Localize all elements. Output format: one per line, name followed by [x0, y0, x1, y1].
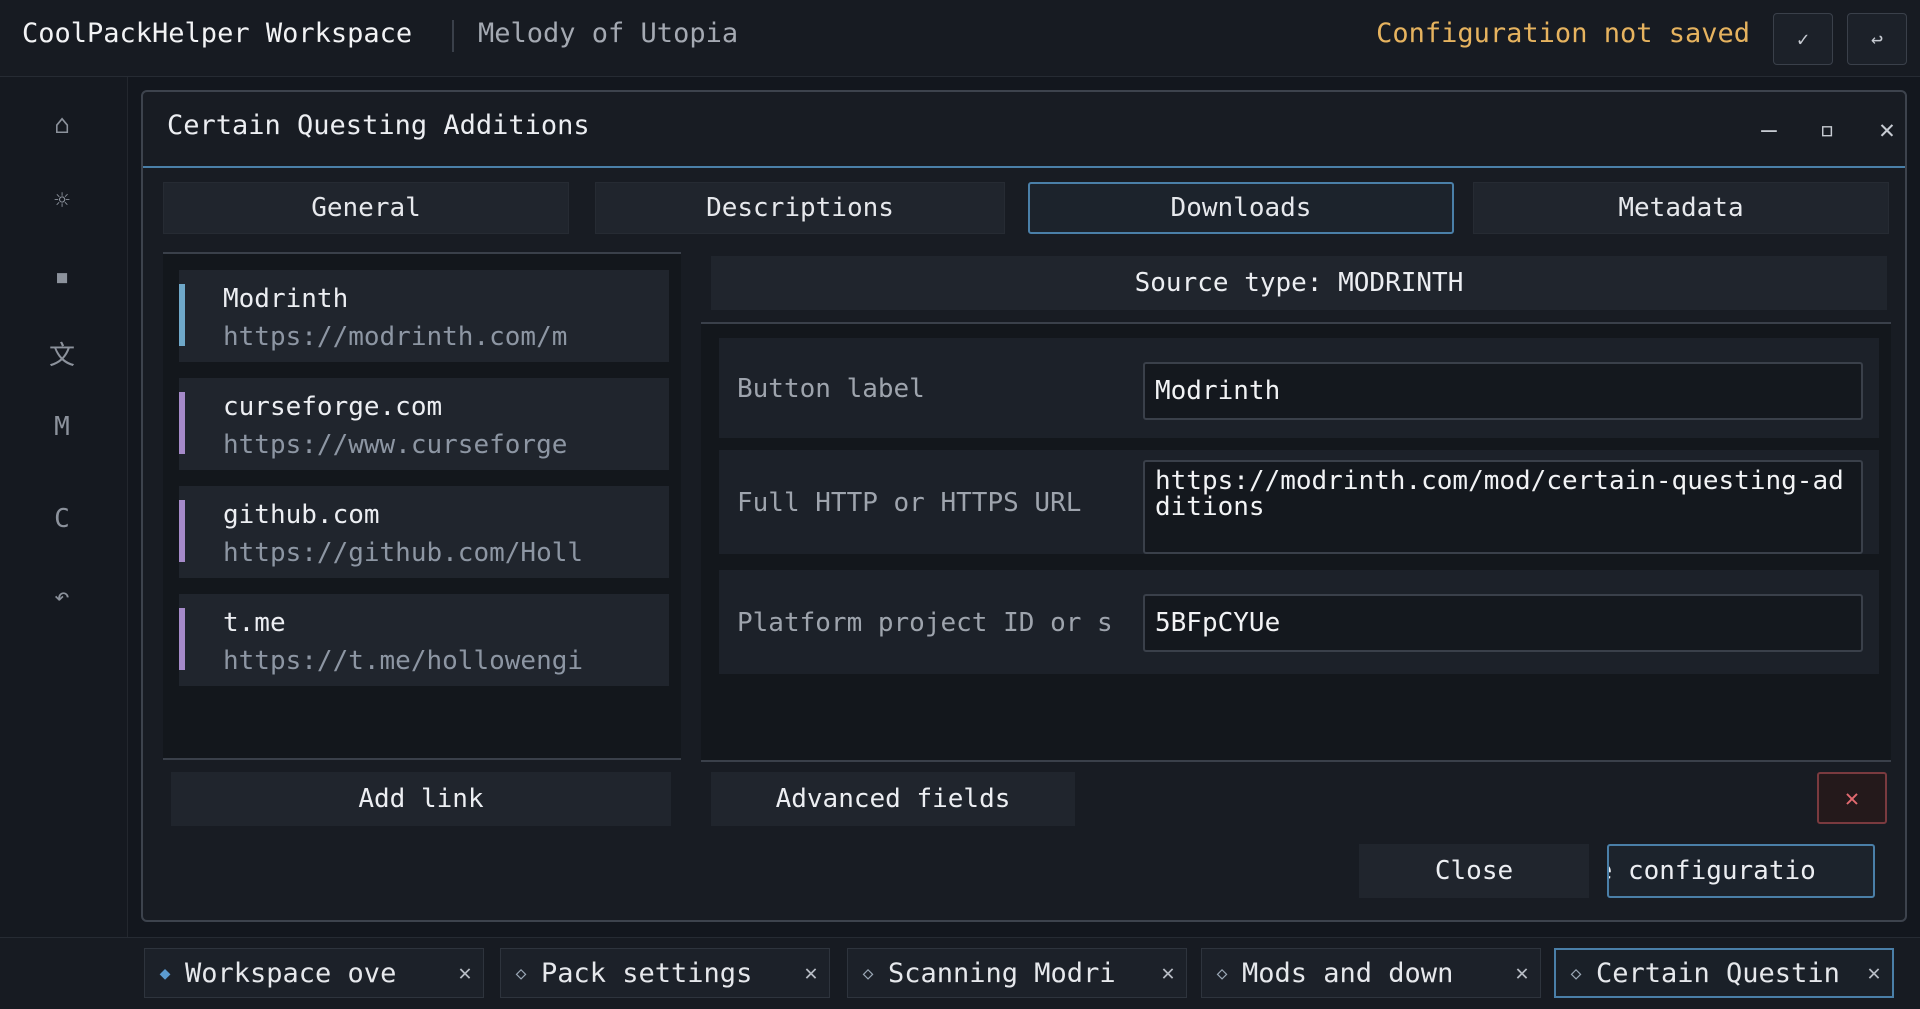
delete-icon: ✕	[1844, 784, 1860, 812]
workspace-name: Melody of Utopia	[478, 18, 739, 49]
bottom-tab-label: Certain Questin	[1596, 957, 1840, 989]
close-icon: ✕	[1879, 115, 1895, 145]
button-label-label: Button label	[737, 374, 925, 404]
add-link-button[interactable]: Add link	[171, 772, 671, 826]
dialog-close-button[interactable]: ✕	[1867, 110, 1907, 150]
dialog-title: Certain Questing Additions	[167, 110, 590, 141]
undo-icon: ↶	[54, 582, 70, 612]
minimize-icon: —	[1761, 115, 1777, 145]
save-configuration-label: ve configuratio	[1609, 856, 1816, 886]
tab-metadata[interactable]: Metadata	[1473, 182, 1889, 234]
apply-button[interactable]: ✓	[1773, 13, 1833, 65]
rail-settings-button[interactable]: ☼	[0, 171, 124, 231]
close-tab-icon[interactable]: ✕	[1504, 961, 1540, 986]
link-name: curseforge.com	[223, 392, 443, 422]
save-configuration-button[interactable]: ve configuratio	[1607, 844, 1875, 898]
tab-general[interactable]: General	[163, 182, 569, 234]
bottom-tab-bar: ◆ Workspace ove ✕ ◇ Pack settings ✕ ◇ Sc…	[0, 937, 1920, 1009]
link-accent-bar	[179, 284, 185, 346]
bottom-tab-label: Mods and down	[1242, 957, 1454, 989]
link-url: https://github.com/Holl	[223, 538, 584, 568]
bottom-tab-mods-and-downloads[interactable]: ◇ Mods and down ✕	[1201, 948, 1541, 998]
link-name: t.me	[223, 608, 286, 638]
url-label: Full HTTP or HTTPS URL	[737, 488, 1082, 518]
sidebar-rail: ⌂ ☼ ▪ 文 M C ↶	[0, 77, 128, 937]
app-title: CoolPackHelper Workspace	[22, 18, 413, 49]
link-url: https://modrinth.com/m	[223, 322, 568, 352]
list-item-curseforge[interactable]: curseforge.com https://www.curseforge	[179, 378, 669, 470]
bottom-tab-scanning-modrinth[interactable]: ◇ Scanning Modri ✕	[847, 948, 1187, 998]
tab-descriptions[interactable]: Descriptions	[595, 182, 1005, 234]
list-item-telegram[interactable]: t.me https://t.me/hollowengi	[179, 594, 669, 686]
square-icon: ▪	[54, 262, 70, 292]
close-tab-icon[interactable]: ✕	[447, 961, 483, 986]
mod-editor-dialog: Certain Questing Additions — ▫ ✕ General…	[141, 90, 1907, 922]
rail-undo-button[interactable]: ↶	[0, 567, 124, 627]
rail-square-button[interactable]: ▪	[0, 247, 124, 307]
maximize-icon: ▫	[1819, 115, 1835, 145]
m-icon: M	[54, 412, 70, 442]
link-url: https://t.me/hollowengi	[223, 646, 584, 676]
project-id-label: Platform project ID or s	[737, 608, 1113, 638]
diamond-filled-icon: ◆	[159, 962, 171, 984]
list-item-github[interactable]: github.com https://github.com/Holl	[179, 486, 669, 578]
link-fields-panel: Button label Modrinth Full HTTP or HTTPS…	[701, 322, 1891, 762]
link-accent-bar	[179, 608, 185, 670]
rail-home-button[interactable]: ⌂	[0, 95, 124, 155]
c-icon: C	[54, 504, 70, 534]
link-accent-bar	[179, 392, 185, 454]
link-url: https://www.curseforge	[223, 430, 568, 460]
minimize-button[interactable]: —	[1749, 110, 1789, 150]
diamond-icon: ◇	[1570, 962, 1582, 984]
link-accent-bar	[179, 500, 185, 562]
rail-c-button[interactable]: C	[0, 489, 124, 549]
home-icon: ⌂	[54, 110, 70, 140]
settings-icon: ☼	[54, 186, 70, 216]
close-tab-icon[interactable]: ✕	[1856, 961, 1892, 986]
field-row-project-id: Platform project ID or s 5BFpCYUe	[719, 570, 1879, 674]
close-tab-icon[interactable]: ✕	[1150, 961, 1186, 986]
revert-icon: ↩	[1870, 27, 1884, 51]
field-row-url: Full HTTP or HTTPS URL https://modrinth.…	[719, 450, 1879, 554]
bottom-tab-certain-questing[interactable]: ◇ Certain Questin ✕	[1554, 948, 1894, 998]
top-bar: CoolPackHelper Workspace Melody of Utopi…	[0, 0, 1920, 77]
tab-downloads[interactable]: Downloads	[1028, 182, 1454, 234]
rail-translate-button[interactable]: 文	[0, 323, 124, 383]
button-label-input[interactable]: Modrinth	[1143, 362, 1863, 420]
list-item-modrinth[interactable]: Modrinth https://modrinth.com/m	[179, 270, 669, 362]
revert-button[interactable]: ↩	[1847, 13, 1907, 65]
remove-link-button[interactable]: ✕	[1817, 772, 1887, 824]
bottom-tab-label: Pack settings	[541, 957, 753, 989]
field-row-button-label: Button label Modrinth	[719, 338, 1879, 438]
url-input[interactable]: https://modrinth.com/mod/certain-questin…	[1143, 460, 1863, 554]
bottom-tab-workspace-overview[interactable]: ◆ Workspace ove ✕	[144, 948, 484, 998]
translate-icon: 文	[48, 340, 75, 371]
project-id-input[interactable]: 5BFpCYUe	[1143, 594, 1863, 652]
diamond-icon: ◇	[862, 962, 874, 984]
bottom-tab-pack-settings[interactable]: ◇ Pack settings ✕	[500, 948, 830, 998]
diamond-icon: ◇	[515, 962, 527, 984]
rail-m-button[interactable]: M	[0, 397, 124, 457]
check-icon: ✓	[1796, 27, 1810, 51]
title-separator	[452, 20, 454, 52]
close-tab-icon[interactable]: ✕	[793, 961, 829, 986]
link-name: github.com	[223, 500, 380, 530]
bottom-tab-label: Workspace ove	[185, 957, 397, 989]
maximize-button[interactable]: ▫	[1807, 110, 1847, 150]
dialog-header: Certain Questing Additions — ▫ ✕	[143, 92, 1905, 168]
advanced-fields-button[interactable]: Advanced fields	[711, 772, 1075, 826]
download-links-list: Modrinth https://modrinth.com/m cursefor…	[163, 252, 681, 760]
source-type-header: Source type: MODRINTH	[711, 256, 1887, 310]
close-button[interactable]: Close	[1359, 844, 1589, 898]
save-status: Configuration not saved	[1376, 18, 1750, 49]
diamond-icon: ◇	[1216, 962, 1228, 984]
link-name: Modrinth	[223, 284, 349, 314]
bottom-tab-label: Scanning Modri	[888, 957, 1116, 989]
